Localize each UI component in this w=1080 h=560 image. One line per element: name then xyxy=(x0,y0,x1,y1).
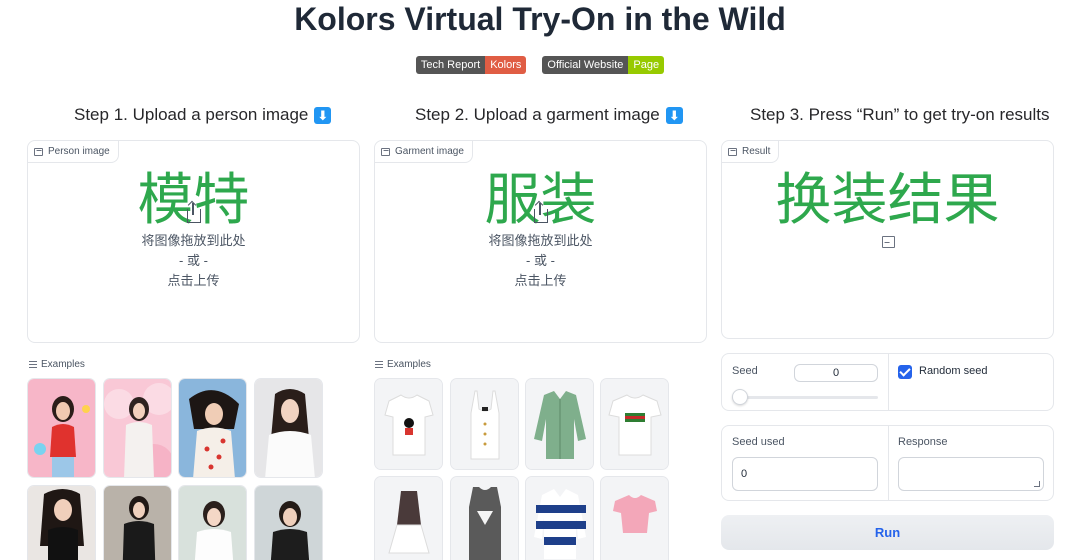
output-fields: Seed used 0 Response xyxy=(721,425,1054,501)
step1-text: Step 1. Upload a person image xyxy=(74,105,309,124)
examples-label-text: Examples xyxy=(387,359,431,370)
result-label: Result xyxy=(722,141,780,163)
person-example-image xyxy=(28,486,95,560)
badge-left-label: Tech Report xyxy=(415,56,486,74)
person-example-thumb[interactable] xyxy=(103,485,172,560)
drop-hint: 将图像拖放到此处 xyxy=(141,233,246,248)
badge-right-label: Page xyxy=(628,56,665,74)
garment-example-image xyxy=(451,477,518,560)
garment-example-image xyxy=(601,379,668,469)
resize-handle-icon[interactable] xyxy=(1034,481,1040,487)
person-example-thumb[interactable] xyxy=(254,485,323,560)
tech-report-badge[interactable]: Tech Report Kolors xyxy=(415,56,527,74)
garment-example-thumb[interactable] xyxy=(374,476,443,560)
seed-label: Seed xyxy=(732,365,758,377)
person-example-thumb[interactable] xyxy=(27,485,96,560)
response-label: Response xyxy=(898,436,948,448)
image-icon xyxy=(728,147,737,156)
step2-text: Step 2. Upload a garment image xyxy=(415,105,660,124)
official-website-badge[interactable]: Official Website Page xyxy=(542,56,665,74)
or-separator: - 或 - xyxy=(179,253,208,268)
person-example-thumb[interactable] xyxy=(103,378,172,478)
garment-example-thumb[interactable] xyxy=(600,476,669,560)
person-example-thumb[interactable] xyxy=(27,378,96,478)
examples-label-text: Examples xyxy=(41,359,85,370)
result-overlay-text: 换装结果 xyxy=(775,168,1000,233)
person-image-label-text: Person image xyxy=(48,146,110,157)
person-example-thumb[interactable] xyxy=(178,485,247,560)
list-icon xyxy=(29,361,37,368)
garment-example-image xyxy=(451,379,518,469)
person-example-image xyxy=(255,379,322,477)
person-example-image xyxy=(179,486,246,560)
page-title: Kolors Virtual Try-On in the Wild xyxy=(294,1,786,37)
garment-example-thumb[interactable] xyxy=(525,476,594,560)
person-image-upload[interactable]: Person image 模特 将图像拖放到此处 - 或 - 点击上传 xyxy=(27,140,360,343)
upload-icon xyxy=(187,203,201,223)
person-example-thumb[interactable] xyxy=(178,378,247,478)
garment-image-upload[interactable]: Garment image 服装 将图像拖放到此处 - 或 - 点击上传 xyxy=(374,140,707,343)
person-example-image xyxy=(104,486,171,560)
random-seed-checkbox[interactable] xyxy=(898,365,912,379)
badge-left-label: Official Website xyxy=(542,56,629,74)
step2-heading: Step 2. Upload a garment image ⬇ xyxy=(415,104,683,126)
person-example-image xyxy=(179,379,246,477)
person-overlay-text: 模特 xyxy=(137,168,250,233)
run-button[interactable]: Run xyxy=(721,515,1054,550)
click-upload-text: 点击上传 xyxy=(514,273,567,288)
step3-heading: Step 3. Press “Run” to get try-on result… xyxy=(750,105,1050,124)
badge-row: Tech Report Kolors Official Website Page xyxy=(0,56,1080,74)
person-example-image xyxy=(255,486,322,560)
click-upload-text: 点击上传 xyxy=(167,273,220,288)
person-image-label: Person image xyxy=(28,141,119,163)
result-label-text: Result xyxy=(742,146,771,157)
seed-used-label: Seed used xyxy=(732,436,785,448)
random-seed-toggle[interactable]: Random seed xyxy=(888,354,1054,410)
garment-example-image xyxy=(375,477,442,560)
seed-number-input[interactable]: 0 xyxy=(794,364,878,382)
person-example-thumb[interactable] xyxy=(254,378,323,478)
garment-examples-label: Examples xyxy=(375,359,431,370)
person-example-image xyxy=(28,379,95,477)
garment-example-thumb[interactable] xyxy=(525,378,594,470)
garment-image-label: Garment image xyxy=(375,141,473,163)
garment-example-thumb[interactable] xyxy=(450,378,519,470)
garment-example-thumb[interactable] xyxy=(600,378,669,470)
garment-example-image xyxy=(526,477,593,560)
seed-controls: Seed 0 Random seed xyxy=(721,353,1054,411)
response-textarea[interactable] xyxy=(898,457,1044,491)
person-examples-label: Examples xyxy=(29,359,85,370)
down-arrow-icon: ⬇ xyxy=(314,106,332,124)
badge-right-label: Kolors xyxy=(485,56,527,74)
or-separator: - 或 - xyxy=(526,253,555,268)
garment-overlay-text: 服装 xyxy=(484,168,597,233)
step1-heading: Step 1. Upload a person image ⬇ xyxy=(74,104,332,126)
garment-example-image xyxy=(601,477,668,560)
garment-example-thumb[interactable] xyxy=(374,378,443,470)
garment-example-image xyxy=(526,379,593,469)
seed-slider-track[interactable] xyxy=(732,396,878,399)
image-placeholder-icon xyxy=(882,236,895,248)
down-arrow-icon: ⬇ xyxy=(665,106,683,124)
list-icon xyxy=(375,361,383,368)
seed-slider-handle[interactable] xyxy=(732,389,748,405)
garment-example-thumb[interactable] xyxy=(450,476,519,560)
random-seed-label: Random seed xyxy=(919,365,988,377)
garment-image-label-text: Garment image xyxy=(395,146,464,157)
divider xyxy=(888,426,889,500)
result-image-panel: Result 换装结果 xyxy=(721,140,1054,339)
image-icon xyxy=(381,147,390,156)
person-example-image xyxy=(104,379,171,477)
drop-hint: 将图像拖放到此处 xyxy=(488,233,593,248)
upload-icon xyxy=(534,203,548,223)
image-icon xyxy=(34,147,43,156)
garment-example-image xyxy=(375,379,442,469)
seed-used-field[interactable]: 0 xyxy=(732,457,878,491)
